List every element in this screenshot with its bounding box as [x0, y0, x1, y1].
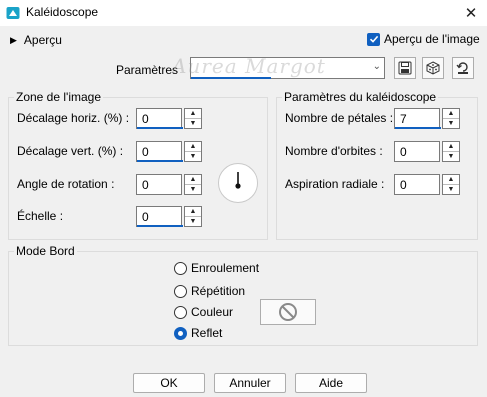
- preview-checkbox[interactable]: Aperçu de l'image: [367, 32, 480, 46]
- rotation-value: 0: [142, 178, 149, 192]
- spin-down-icon[interactable]: ▼: [443, 152, 459, 162]
- preview-toggle[interactable]: ▶ Aperçu: [10, 33, 62, 47]
- help-button[interactable]: Aide: [295, 373, 367, 393]
- spin-down-icon[interactable]: ▼: [185, 217, 201, 227]
- radial-label: Aspiration radiale :: [285, 177, 385, 191]
- radio-icon: [174, 261, 187, 275]
- scale-input[interactable]: 0: [136, 206, 183, 227]
- petals-spinner[interactable]: 7 ▲ ▼: [394, 108, 462, 129]
- rotation-label: Angle de rotation :: [17, 177, 115, 191]
- expand-caret-icon: ▶: [10, 34, 17, 45]
- random-button[interactable]: [422, 57, 444, 79]
- input-focus-underline: [137, 225, 183, 227]
- checkbox-checked-icon: [367, 32, 380, 46]
- title-bar: Kaléidoscope ✕: [0, 0, 487, 26]
- radio-repeat[interactable]: Répétition: [174, 284, 245, 298]
- offset-h-label: Décalage horiz. (%) :: [17, 111, 130, 125]
- spin-up-icon[interactable]: ▲: [185, 142, 201, 152]
- radio-color[interactable]: Couleur: [174, 305, 233, 319]
- spin-up-icon[interactable]: ▲: [443, 175, 459, 185]
- scale-spinner[interactable]: 0 ▲ ▼: [136, 206, 204, 227]
- zone-group-title: Zone de l'image: [14, 90, 104, 104]
- close-icon: ✕: [464, 5, 478, 22]
- petals-value: 7: [400, 112, 407, 126]
- cancel-button[interactable]: Annuler: [214, 373, 286, 393]
- orbits-input[interactable]: 0: [394, 141, 440, 162]
- radial-spinner[interactable]: 0 ▲ ▼: [394, 174, 462, 195]
- spin-up-icon[interactable]: ▲: [443, 109, 459, 119]
- radio-repeat-label: Répétition: [191, 284, 246, 298]
- offset-v-value: 0: [142, 145, 149, 159]
- petals-label: Nombre de pétales :: [285, 111, 394, 125]
- offset-h-spinner[interactable]: 0 ▲ ▼: [136, 108, 204, 129]
- scale-value: 0: [142, 210, 149, 224]
- reset-icon: [456, 62, 468, 74]
- radial-input[interactable]: 0: [394, 174, 440, 195]
- dice-icon: [426, 61, 440, 75]
- radio-reflect-label: Reflet: [191, 326, 223, 340]
- spin-down-icon[interactable]: ▼: [443, 119, 459, 129]
- save-preset-button[interactable]: [394, 57, 416, 79]
- radio-wrap[interactable]: Enroulement: [174, 261, 259, 275]
- spin-down-icon[interactable]: ▼: [185, 119, 201, 129]
- color-swatch[interactable]: [260, 299, 316, 325]
- reset-button[interactable]: [452, 57, 474, 79]
- offset-h-input[interactable]: 0: [136, 108, 183, 129]
- offset-h-value: 0: [142, 112, 149, 126]
- preview-checkbox-label: Aperçu de l'image: [384, 32, 480, 46]
- radio-selected-icon: [174, 326, 187, 340]
- params-label: Paramètres: [116, 63, 179, 77]
- spin-down-icon[interactable]: ▼: [185, 152, 201, 162]
- rotation-dial[interactable]: [218, 163, 258, 203]
- input-focus-underline: [137, 127, 183, 129]
- radio-wrap-label: Enroulement: [191, 261, 260, 275]
- orbits-spinner[interactable]: 0 ▲ ▼: [394, 141, 462, 162]
- radio-reflect[interactable]: Reflet: [174, 326, 222, 340]
- kaleido-group-title: Paramètres du kaléidoscope: [282, 90, 439, 104]
- app-icon: [6, 6, 20, 20]
- input-focus-underline: [137, 160, 183, 162]
- radio-color-label: Couleur: [191, 305, 234, 319]
- spin-down-icon[interactable]: ▼: [443, 185, 459, 195]
- input-focus-underline: [395, 127, 441, 129]
- scale-label: Échelle :: [17, 209, 64, 223]
- radio-icon: [174, 284, 187, 298]
- orbits-value: 0: [400, 145, 407, 159]
- spin-up-icon[interactable]: ▲: [443, 142, 459, 152]
- spin-up-icon[interactable]: ▲: [185, 207, 201, 217]
- offset-v-spinner[interactable]: 0 ▲ ▼: [136, 141, 204, 162]
- ok-button[interactable]: OK: [133, 373, 205, 393]
- offset-v-label: Décalage vert. (%) :: [17, 144, 124, 158]
- rotation-input[interactable]: 0: [136, 174, 182, 195]
- orbits-label: Nombre d'orbites :: [285, 144, 383, 158]
- radio-icon: [174, 305, 187, 319]
- preview-label: Aperçu: [23, 33, 62, 47]
- radial-value: 0: [400, 178, 407, 192]
- offset-v-input[interactable]: 0: [136, 141, 183, 162]
- watermark: Aurea Margot: [172, 54, 326, 78]
- chevron-down-icon: ⌄: [372, 61, 381, 72]
- spin-up-icon[interactable]: ▲: [185, 175, 201, 185]
- no-color-icon: [279, 303, 297, 321]
- rotation-spinner[interactable]: 0 ▲ ▼: [136, 174, 204, 195]
- window-title: Kaléidoscope: [26, 5, 99, 19]
- petals-input[interactable]: 7: [394, 108, 441, 129]
- close-button[interactable]: ✕: [455, 0, 487, 26]
- mode-group-title: Mode Bord: [14, 244, 77, 258]
- spin-up-icon[interactable]: ▲: [185, 109, 201, 119]
- dial-needle-icon: [235, 172, 241, 189]
- save-icon: [398, 61, 412, 75]
- spin-down-icon[interactable]: ▼: [185, 185, 201, 195]
